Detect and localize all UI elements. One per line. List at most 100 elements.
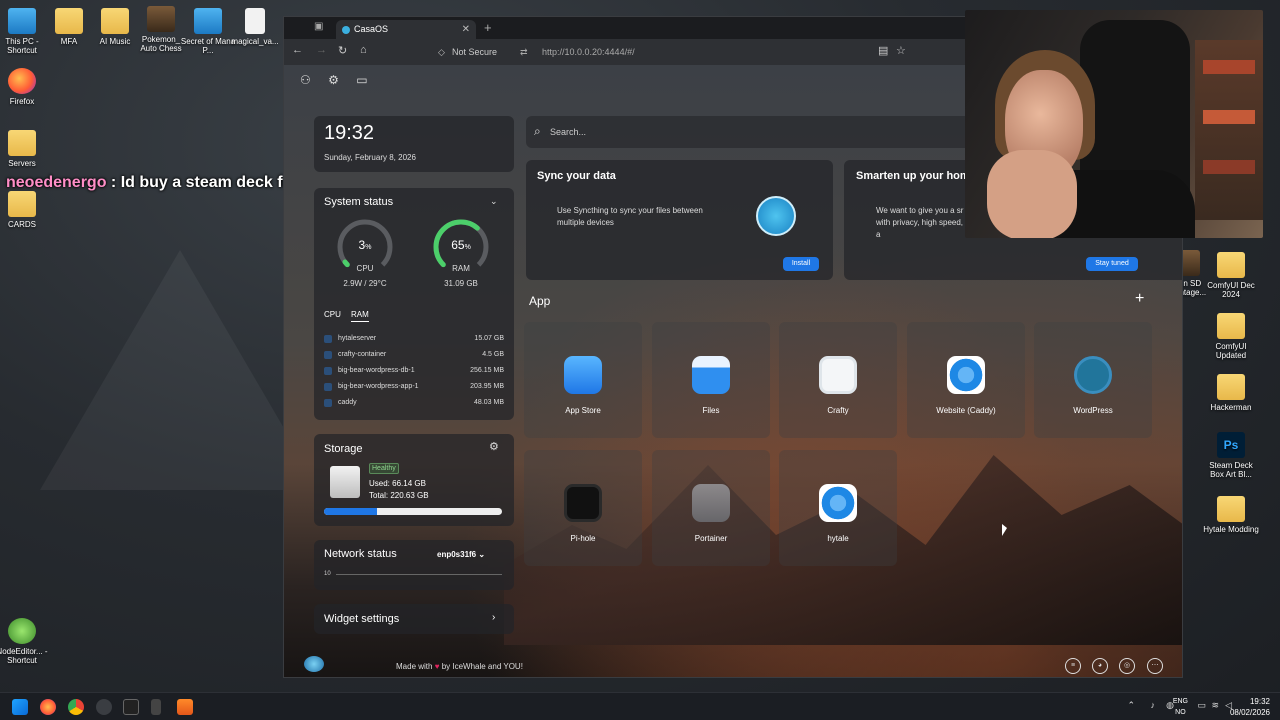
app-tile-portainer[interactable]: Portainer bbox=[652, 450, 770, 566]
desktop-icon-firefox[interactable]: Firefox bbox=[0, 68, 50, 106]
address-bar[interactable]: ◇ Not Secure ⇄ http://10.0.0.20:4444/#/ bbox=[434, 43, 904, 61]
home-icon[interactable]: ⌂ bbox=[360, 44, 367, 56]
tray-expand-icon[interactable]: ⌃ bbox=[1127, 700, 1135, 711]
user-icon[interactable]: ⚇ bbox=[300, 73, 311, 87]
chevron-down-icon: ⌄ bbox=[478, 550, 486, 559]
search-input[interactable] bbox=[550, 124, 930, 140]
portainer-icon bbox=[692, 484, 730, 522]
desktop-icon-hackerman[interactable]: Hackerman bbox=[1203, 374, 1259, 412]
terminal-icon[interactable]: ▭ bbox=[356, 73, 367, 87]
desktop-icon-hytale-modding[interactable]: Hytale Modding bbox=[1203, 496, 1259, 534]
app-tile-app-store[interactable]: App Store bbox=[524, 322, 642, 438]
chat-icon[interactable]: ⋯ bbox=[1147, 658, 1163, 674]
app-tile-files[interactable]: Files bbox=[652, 322, 770, 438]
network-title: Network status bbox=[324, 548, 397, 560]
reader-view-icon[interactable]: ▤ bbox=[878, 44, 888, 57]
taskbar-clock[interactable]: 19:32 08/02/2026 bbox=[1230, 696, 1270, 718]
close-tab-icon[interactable]: ✕ bbox=[462, 20, 470, 39]
casaos-logo-icon[interactable] bbox=[304, 656, 324, 672]
app-tile-pihole[interactable]: Pi-hole bbox=[524, 450, 642, 566]
network-interface-select[interactable]: enp0s31f6 ⌄ bbox=[437, 550, 485, 559]
photoshop-icon: Ps bbox=[1217, 432, 1245, 458]
desktop-icon-cards[interactable]: CARDS bbox=[0, 191, 50, 229]
folder-icon bbox=[101, 8, 129, 34]
new-tab-icon[interactable]: + bbox=[484, 20, 492, 35]
tab-casaos[interactable]: CasaOS ✕ bbox=[336, 20, 476, 39]
pc-icon bbox=[8, 8, 36, 34]
desktop-icon-comfyui-updated[interactable]: ComfyUI Updated bbox=[1203, 313, 1259, 360]
stream-chat-message: neoedenergo : Id buy a steam deck first bbox=[6, 174, 307, 192]
discord-icon[interactable]: ◕ bbox=[1092, 658, 1108, 674]
footer-credits: Made with ♥ by IceWhale and YOU! bbox=[396, 662, 523, 671]
folder-icon bbox=[8, 130, 36, 156]
back-icon[interactable]: ← bbox=[292, 44, 303, 56]
crafty-icon bbox=[819, 356, 857, 394]
heart-icon: ♥ bbox=[434, 662, 440, 671]
files-icon bbox=[692, 356, 730, 394]
firefox-taskbar-icon[interactable] bbox=[40, 699, 56, 715]
shield-icon: ◇ bbox=[438, 47, 445, 57]
webcam-hand bbox=[987, 150, 1077, 238]
terminal-taskbar-icon[interactable] bbox=[123, 699, 139, 715]
tab-cpu[interactable]: CPU bbox=[324, 310, 341, 319]
app-tile-website-caddy[interactable]: Website (Caddy) bbox=[907, 322, 1025, 438]
wifi-icon[interactable]: ≋ bbox=[1211, 700, 1219, 711]
wordpress-small-icon bbox=[324, 367, 332, 375]
network-graph-line bbox=[336, 574, 502, 575]
chat-username: neoedenergo bbox=[6, 174, 107, 191]
wallpaper-triangle bbox=[40, 250, 320, 490]
chat-text: Id buy a steam deck first bbox=[120, 174, 308, 191]
install-button[interactable]: Install bbox=[783, 257, 819, 271]
settings-sliders-icon[interactable]: ⚙ bbox=[328, 73, 339, 87]
app-taskbar-icon[interactable] bbox=[151, 699, 161, 715]
hytale-icon bbox=[819, 484, 857, 522]
docs-icon[interactable]: ≡ bbox=[1065, 658, 1081, 674]
github-icon[interactable]: ◎ bbox=[1119, 658, 1135, 674]
reload-icon[interactable]: ↻ bbox=[338, 44, 347, 57]
chevron-down-icon[interactable]: ⌄ bbox=[490, 196, 498, 207]
microphone-icon[interactable]: ♪ bbox=[1151, 700, 1156, 710]
url-text[interactable]: http://10.0.0.20:4444/#/ bbox=[542, 43, 635, 61]
syncthing-icon bbox=[756, 196, 796, 236]
clock-date: Sunday, February 8, 2026 bbox=[324, 153, 416, 162]
bookmark-star-icon[interactable]: ☆ bbox=[896, 44, 906, 57]
gear-icon[interactable]: ⚙ bbox=[489, 440, 499, 453]
app-icon bbox=[1180, 250, 1200, 276]
add-app-icon[interactable]: + bbox=[1135, 290, 1144, 308]
steam-taskbar-icon[interactable] bbox=[96, 699, 112, 715]
storage-health-badge: Healthy bbox=[369, 463, 399, 474]
app-tile-wordpress[interactable]: WordPress bbox=[1034, 322, 1152, 438]
tab-list-icon[interactable]: ▣ bbox=[314, 21, 323, 32]
windows-start-icon[interactable] bbox=[12, 699, 28, 715]
desktop-icon-node-editor[interactable]: NodeEditor... - Shortcut bbox=[0, 618, 50, 665]
firefox-icon bbox=[8, 68, 36, 94]
app-tile-hytale[interactable]: hytale bbox=[779, 450, 897, 566]
vlc-taskbar-icon[interactable] bbox=[177, 699, 193, 715]
stay-tuned-button[interactable]: Stay tuned bbox=[1086, 257, 1138, 271]
card-smart-home-title: Smarten up your hom bbox=[856, 170, 970, 182]
folder-icon bbox=[1217, 313, 1245, 339]
app-tile-crafty[interactable]: Crafty bbox=[779, 322, 897, 438]
monitor-tray-icon[interactable]: ▭ bbox=[1197, 700, 1206, 711]
storage-total: Total: 220.63 GB bbox=[369, 491, 429, 500]
desktop-icon-magical[interactable]: magical_va... bbox=[227, 8, 283, 46]
tab-ram[interactable]: RAM bbox=[351, 310, 369, 322]
chrome-taskbar-icon[interactable] bbox=[68, 699, 84, 715]
forward-icon[interactable]: → bbox=[316, 44, 327, 56]
desktop-icon-servers[interactable]: Servers bbox=[0, 130, 50, 168]
app-store-icon bbox=[564, 356, 602, 394]
webcam-overlay bbox=[965, 10, 1263, 238]
cpu-power-temp: 2.9W / 29°C bbox=[343, 279, 387, 288]
storage-title: Storage bbox=[324, 443, 363, 455]
chat-separator: : bbox=[106, 174, 121, 191]
folder-icon bbox=[55, 8, 83, 34]
desktop-icon-comfyui-dec[interactable]: ComfyUI Dec 2024 bbox=[1203, 252, 1259, 299]
permissions-icon[interactable]: ⇄ bbox=[520, 43, 528, 61]
not-secure-label[interactable]: Not Secure bbox=[452, 43, 497, 61]
desktop-icon-steam-deck-box-art[interactable]: Ps Steam Deck Box Art Bl... bbox=[1203, 432, 1259, 479]
process-row: caddy 48.03 MB bbox=[324, 397, 504, 411]
language-indicator[interactable]: ENG NO bbox=[1173, 696, 1188, 718]
storage-progress-fill bbox=[324, 508, 378, 515]
document-icon bbox=[245, 8, 265, 34]
storage-progress-bar bbox=[324, 508, 502, 515]
